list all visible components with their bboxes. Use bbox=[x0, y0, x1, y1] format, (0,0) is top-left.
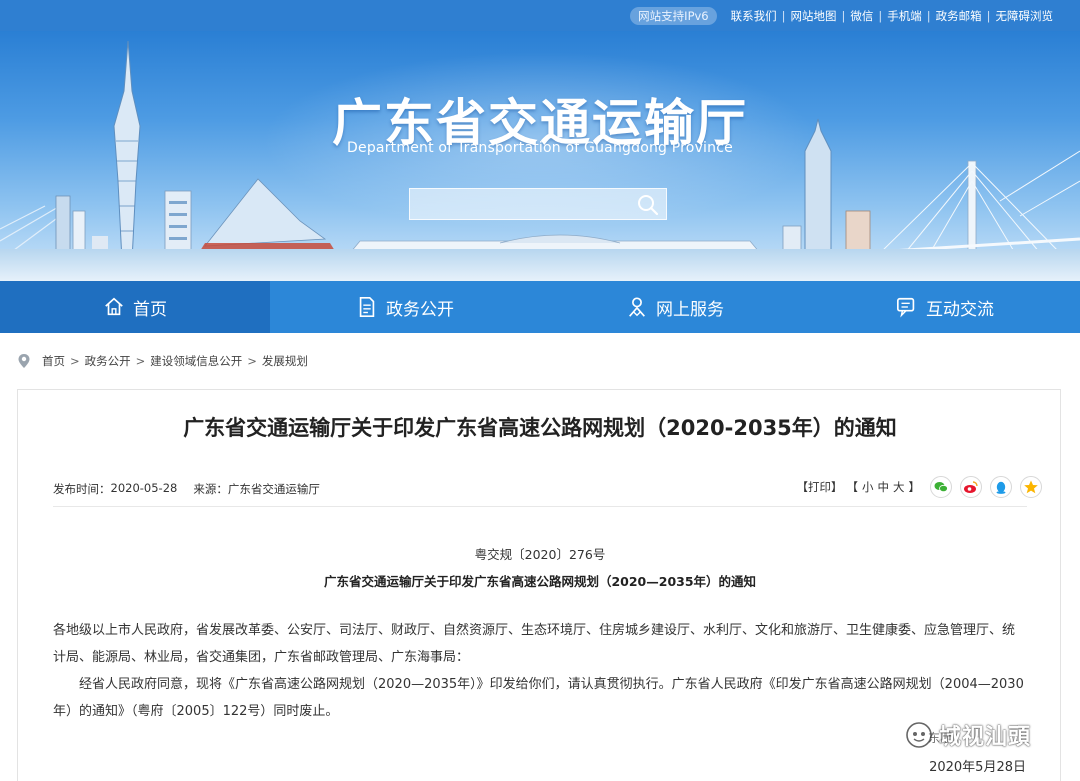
top-links: 网站支持IPv6 联系我们 | 网站地图 | 微信 | 手机端 | 政务邮箱 | 无障碍浏… bbox=[630, 6, 1058, 26]
nav-online-service[interactable]: 网上服务 bbox=[540, 281, 810, 333]
share-weibo-button[interactable] bbox=[960, 476, 982, 498]
watermark-sub: 东厅 bbox=[928, 731, 953, 745]
link-sitemap[interactable]: 网站地图 bbox=[786, 8, 842, 24]
meta-gap bbox=[177, 481, 193, 497]
breadcrumb-development-plan[interactable]: 发展规划 bbox=[262, 353, 308, 369]
article-title: 广东省交通运输厅关于印发广东省高速公路网规划（2020-2035年）的通知 bbox=[183, 416, 897, 440]
site-subtitle: Department of Transportation of Guangdon… bbox=[347, 140, 733, 156]
article-meta: 发布时间： 2020-05-28 来源： 广东省交通运输厅 bbox=[53, 481, 320, 497]
breadcrumb-separator: > bbox=[135, 354, 146, 368]
service-icon bbox=[629, 297, 645, 317]
nav-interaction[interactable]: 互动交流 bbox=[810, 281, 1080, 333]
nav-home-label: 首页 bbox=[133, 299, 167, 320]
breadcrumb-separator: > bbox=[247, 354, 257, 368]
source-value: 广东省交通运输厅 bbox=[227, 482, 320, 496]
document-title: 广东省交通运输厅关于印发广东省高速公路网规划（2020—2035年）的通知 bbox=[323, 574, 757, 589]
print-button[interactable]: 【打印】 bbox=[795, 479, 845, 495]
home-icon bbox=[105, 297, 123, 316]
document-number: 粤交规〔2020〕276号 bbox=[474, 547, 606, 562]
nav-interaction-label: 互动交流 bbox=[926, 299, 994, 320]
wechat-icon bbox=[934, 482, 948, 493]
font-medium-button[interactable]: 中 bbox=[876, 479, 892, 495]
top-utility-bar: 网站支持IPv6 联系我们 | 网站地图 | 微信 | 手机端 | 政务邮箱 | 无障碍浏… bbox=[0, 0, 1080, 31]
meta-divider bbox=[53, 506, 1027, 507]
share-wechat-button[interactable] bbox=[930, 476, 952, 498]
breadcrumb-construction-info[interactable]: 建设领域信息公开 bbox=[150, 353, 242, 369]
header-banner: 广东省交通运输厅 Department of Transportation of… bbox=[0, 31, 1080, 281]
search-input[interactable] bbox=[409, 188, 667, 220]
publish-label: 发布时间： bbox=[53, 482, 111, 496]
breadcrumb-separator: > bbox=[70, 354, 80, 368]
link-email[interactable]: 政务邮箱 bbox=[931, 8, 987, 24]
share-qq-button[interactable] bbox=[990, 476, 1012, 498]
nav-government-affairs-label: 政务公开 bbox=[386, 299, 454, 320]
breadcrumb-government-affairs[interactable]: 政务公开 bbox=[85, 353, 131, 369]
share-qzone-button[interactable] bbox=[1020, 476, 1042, 498]
nav-home[interactable]: 首页 bbox=[0, 281, 270, 333]
font-large-button[interactable]: 大 bbox=[891, 479, 907, 495]
font-bracket-close: 】 bbox=[908, 480, 921, 494]
breadcrumb-home[interactable]: 首页 bbox=[42, 353, 65, 369]
publish-date: 2020-05-28 bbox=[110, 481, 178, 495]
link-accessibility[interactable]: 无障碍浏览 bbox=[991, 8, 1059, 24]
font-bracket-open: 【 bbox=[846, 480, 859, 494]
main-nav: 首页 政务公开 网上服务 互动交流 bbox=[0, 281, 1080, 333]
location-pin-icon bbox=[18, 354, 30, 368]
source-label: 来源： bbox=[193, 482, 228, 496]
search-icon[interactable] bbox=[636, 193, 660, 217]
addressees-paragraph: 各地级以上市人民政府，省发展改革委、公安厅、司法厅、财政厅、自然资源厅、生态环境… bbox=[53, 623, 1016, 665]
city-skyline-illustration bbox=[0, 40, 1080, 262]
font-small-button[interactable]: 小 bbox=[860, 479, 876, 495]
watermark-text: 城视汕頭 bbox=[939, 725, 1032, 750]
document-date: 2020年5月28日 bbox=[929, 760, 1026, 775]
weibo-icon bbox=[964, 481, 978, 493]
breadcrumb: 首页 > 政务公开 > 建设领域信息公开 > 发展规划 bbox=[17, 352, 308, 370]
link-contact[interactable]: 联系我们 bbox=[726, 8, 782, 24]
body-paragraph: 经省人民政府同意，现将《广东省高速公路网规划（2020—2035年）》印发给你们… bbox=[53, 677, 1024, 719]
nav-government-affairs[interactable]: 政务公开 bbox=[270, 281, 540, 333]
ipv6-badge: 网站支持IPv6 bbox=[630, 7, 717, 25]
qzone-icon bbox=[1024, 480, 1038, 494]
article-body: 各地级以上市人民政府，省发展改革委、公安厅、司法厅、财政厅、自然资源厅、生态环境… bbox=[53, 617, 1027, 725]
link-mobile[interactable]: 手机端 bbox=[882, 8, 927, 24]
harbor-ground bbox=[0, 249, 1080, 281]
nav-online-service-label: 网上服务 bbox=[656, 299, 724, 320]
chat-icon bbox=[897, 297, 915, 318]
qq-icon bbox=[996, 481, 1006, 494]
document-icon bbox=[359, 297, 375, 317]
link-wechat[interactable]: 微信 bbox=[845, 8, 878, 24]
article-tools: 【打印】 【 小 中 大 】 bbox=[795, 476, 1042, 498]
